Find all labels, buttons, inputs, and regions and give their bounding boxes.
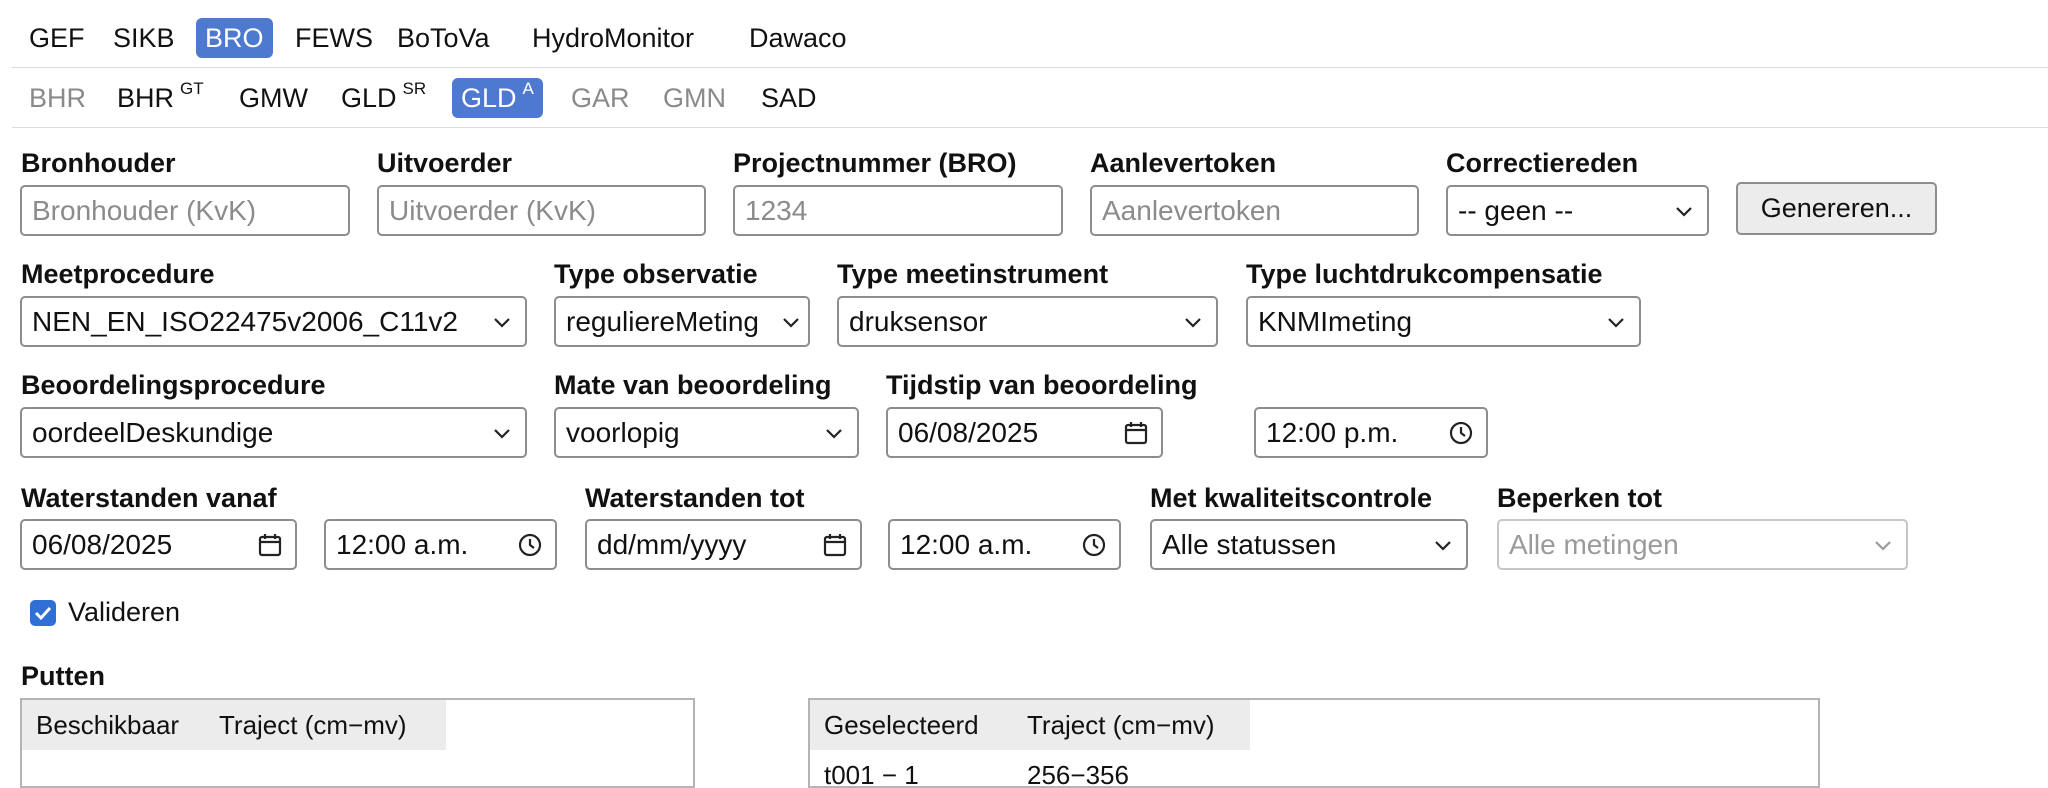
subtab-bhr[interactable]: BHR	[20, 78, 95, 118]
bronhouder-label: Bronhouder	[21, 148, 176, 178]
tab-fews[interactable]: FEWS	[286, 18, 382, 58]
waterstanden-vanaf-time-input[interactable]: 12:00 a.m.	[324, 519, 557, 570]
beschikbaar-listbox[interactable]: Beschikbaar Traject (cm−mv)	[20, 698, 695, 788]
tab-bro[interactable]: BRO	[196, 18, 273, 58]
waterstanden-vanaf-time: 12:00 a.m.	[336, 529, 469, 560]
kwaliteitscontrole-label: Met kwaliteitscontrole	[1150, 483, 1433, 513]
column-header-traject[interactable]: Traject (cm−mv)	[219, 700, 407, 750]
chevron-down-icon	[1875, 541, 1891, 551]
chevron-down-icon	[494, 318, 510, 328]
checkmark-icon	[34, 606, 52, 621]
clock-icon[interactable]	[1448, 420, 1474, 446]
chevron-down-icon	[783, 318, 799, 328]
subtab-gmn[interactable]: GMN	[654, 78, 735, 118]
type-meetinstrument-value: druksensor	[849, 306, 988, 337]
tijdstip-beoordeling-label: Tijdstip van beoordeling	[886, 370, 1198, 400]
subtab-gmw[interactable]: GMW	[230, 78, 317, 118]
putten-label: Putten	[21, 661, 105, 691]
waterstanden-tot-label: Waterstanden tot	[585, 483, 805, 513]
aanlevertoken-label: Aanlevertoken	[1090, 148, 1277, 178]
correctiereden-select[interactable]: -- geen --	[1446, 185, 1709, 236]
bronhouder-input[interactable]: Bronhouder (KvK)	[20, 185, 350, 236]
uitvoerder-label: Uitvoerder	[377, 148, 513, 178]
correctiereden-label: Correctiereden	[1446, 148, 1639, 178]
subtab-divider	[12, 127, 2048, 128]
valideren-label: Valideren	[68, 597, 181, 627]
subtab-gar[interactable]: GAR	[562, 78, 639, 118]
beoordelingsprocedure-value: oordeelDeskundige	[32, 417, 274, 448]
tab-gef[interactable]: GEF	[20, 18, 94, 58]
waterstanden-tot-time-input[interactable]: 12:00 a.m.	[888, 519, 1121, 570]
beperken-tot-value: Alle metingen	[1509, 529, 1679, 560]
chevron-down-icon	[1435, 541, 1451, 551]
beoordelingsprocedure-select[interactable]: oordeelDeskundige	[20, 407, 527, 458]
subtab-bhr-gt[interactable]: BHR GT	[108, 78, 213, 118]
calendar-icon[interactable]	[257, 532, 283, 558]
waterstanden-vanaf-date: 06/08/2025	[32, 529, 173, 560]
waterstanden-tot-time: 12:00 a.m.	[900, 529, 1033, 560]
genereren-button[interactable]: Genereren...	[1736, 182, 1937, 235]
projectnummer-label: Projectnummer (BRO)	[733, 148, 1017, 178]
subtab-gld-a[interactable]: GLD A	[452, 78, 543, 118]
subtab-gld-sr[interactable]: GLD SR	[332, 78, 435, 118]
meetprocedure-value: NEN_EN_ISO22475v2006_C11v2	[32, 306, 458, 337]
tijdstip-beoordeling-date-input[interactable]: 06/08/2025	[886, 407, 1163, 458]
projectnummer-input[interactable]: 1234	[733, 185, 1063, 236]
beperken-tot-label: Beperken tot	[1497, 483, 1663, 513]
valideren-checkbox[interactable]	[30, 600, 56, 626]
tab-dawaco[interactable]: Dawaco	[740, 18, 856, 58]
meetprocedure-select[interactable]: NEN_EN_ISO22475v2006_C11v2	[20, 296, 527, 347]
clock-icon[interactable]	[1081, 532, 1107, 558]
type-observatie-select[interactable]: reguliereMeting	[554, 296, 810, 347]
tab-divider	[12, 67, 2048, 68]
geselecteerd-header: Geselecteerd Traject (cm−mv)	[810, 700, 1250, 750]
type-meetinstrument-label: Type meetinstrument	[837, 259, 1109, 289]
type-luchtdruk-label: Type luchtdrukcompensatie	[1246, 259, 1603, 289]
clock-icon[interactable]	[517, 532, 543, 558]
waterstanden-tot-date-input[interactable]: dd/mm/yyyy	[585, 519, 862, 570]
meetprocedure-label: Meetprocedure	[21, 259, 215, 289]
putten-row-name: t001 − 1	[824, 760, 919, 788]
correctiereden-value: -- geen --	[1458, 195, 1574, 226]
waterstanden-tot-date: dd/mm/yyyy	[597, 529, 747, 560]
chevron-down-icon	[1185, 318, 1201, 328]
beperken-tot-select[interactable]: Alle metingen	[1497, 519, 1908, 570]
tab-hydromonitor[interactable]: HydroMonitor	[523, 18, 703, 58]
column-header-geselecteerd[interactable]: Geselecteerd	[824, 700, 979, 750]
mate-beoordeling-label: Mate van beoordeling	[554, 370, 832, 400]
waterstanden-vanaf-date-input[interactable]: 06/08/2025	[20, 519, 297, 570]
aanlevertoken-input[interactable]: Aanlevertoken	[1090, 185, 1419, 236]
beschikbaar-header: Beschikbaar Traject (cm−mv)	[22, 700, 446, 750]
tab-botova[interactable]: BoToVa	[388, 18, 499, 58]
chevron-down-icon	[1676, 207, 1692, 217]
type-observatie-value: reguliereMeting	[566, 306, 759, 337]
tijdstip-beoordeling-time: 12:00 p.m.	[1266, 417, 1399, 448]
beoordelingsprocedure-label: Beoordelingsprocedure	[21, 370, 326, 400]
kwaliteitscontrole-select[interactable]: Alle statussen	[1150, 519, 1468, 570]
mate-beoordeling-value: voorlopig	[566, 417, 680, 448]
tijdstip-beoordeling-time-input[interactable]: 12:00 p.m.	[1254, 407, 1488, 458]
column-header-traject[interactable]: Traject (cm−mv)	[1027, 700, 1215, 750]
tab-sikb[interactable]: SIKB	[104, 18, 184, 58]
geselecteerd-listbox[interactable]: Geselecteerd Traject (cm−mv) t001 − 1 25…	[808, 698, 1820, 788]
column-header-beschikbaar[interactable]: Beschikbaar	[36, 700, 179, 750]
chevron-down-icon	[1608, 318, 1624, 328]
type-meetinstrument-select[interactable]: druksensor	[837, 296, 1218, 347]
type-luchtdruk-select[interactable]: KNMImeting	[1246, 296, 1641, 347]
calendar-icon[interactable]	[1123, 420, 1149, 446]
tijdstip-beoordeling-date: 06/08/2025	[898, 417, 1039, 448]
kwaliteitscontrole-value: Alle statussen	[1162, 529, 1337, 560]
type-luchtdruk-value: KNMImeting	[1258, 306, 1413, 337]
chevron-down-icon	[494, 429, 510, 439]
putten-row-traject: 256−356	[1027, 760, 1129, 788]
chevron-down-icon	[826, 429, 842, 439]
type-observatie-label: Type observatie	[554, 259, 758, 289]
uitvoerder-input[interactable]: Uitvoerder (KvK)	[377, 185, 706, 236]
subtab-sad[interactable]: SAD	[752, 78, 826, 118]
waterstanden-vanaf-label: Waterstanden vanaf	[21, 483, 277, 513]
calendar-icon[interactable]	[822, 532, 848, 558]
mate-beoordeling-select[interactable]: voorlopig	[554, 407, 859, 458]
